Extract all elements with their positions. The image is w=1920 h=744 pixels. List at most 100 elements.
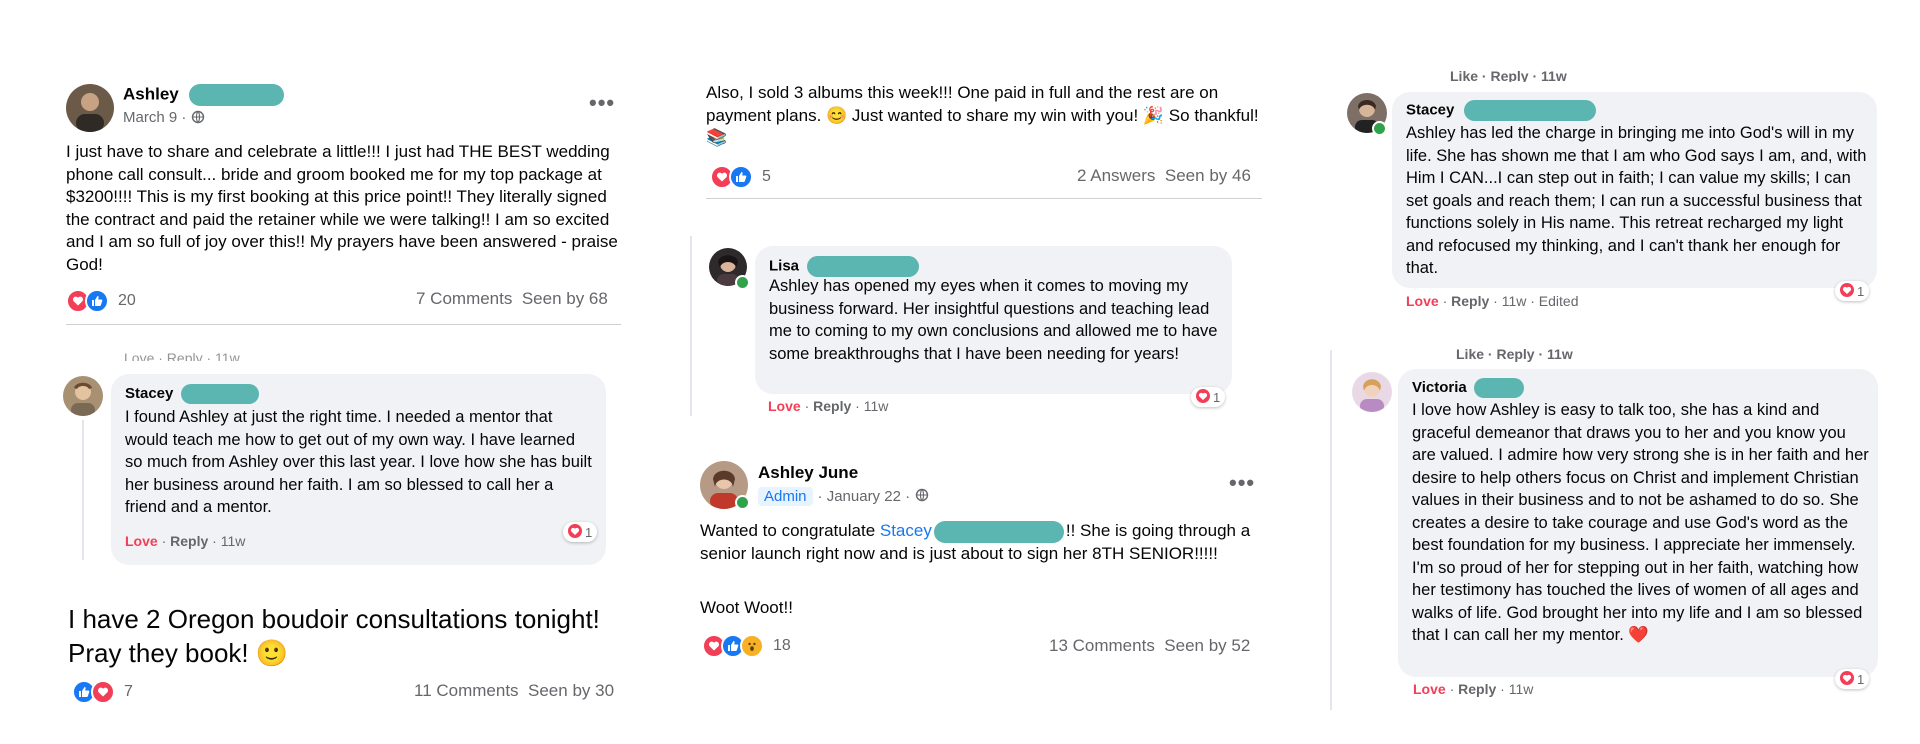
- online-status-icon: [1372, 121, 1387, 136]
- comment-reaction-pill[interactable]: 1: [1191, 387, 1226, 407]
- comment-author[interactable]: Victoria: [1412, 378, 1524, 398]
- previous-comment-actions[interactable]: Like · Reply · 11w: [1456, 346, 1573, 362]
- seen-count[interactable]: Seen by 46: [1165, 166, 1251, 185]
- redacted-name: [180, 384, 259, 404]
- post-stats: 2 Answers Seen by 46: [1077, 166, 1251, 186]
- reply-button[interactable]: Reply: [1451, 293, 1489, 309]
- cropped-comment-actions: Like · Reply · 11w: [1450, 68, 1567, 82]
- cropped-comment-actions: Love · Reply · 11w: [124, 350, 240, 361]
- love-icon: [568, 523, 582, 541]
- comments-count[interactable]: 11 Comments: [414, 681, 519, 700]
- post-author[interactable]: Ashley: [123, 84, 285, 106]
- reaction-summary[interactable]: 20: [66, 289, 136, 313]
- post-body: I just have to share and celebrate a lit…: [66, 142, 618, 274]
- online-status-icon: [735, 495, 750, 510]
- comment-text: Ashley has opened my eyes when it comes …: [769, 277, 1218, 363]
- post-stats: 7 Comments Seen by 68: [416, 289, 608, 309]
- comment-time[interactable]: · 11w: [1500, 681, 1533, 697]
- author-name[interactable]: Ashley: [123, 84, 179, 103]
- comment-time[interactable]: · 11w · Edited: [1493, 293, 1578, 309]
- globe-icon: [191, 110, 205, 128]
- post-date[interactable]: · January 22 ·: [818, 488, 911, 505]
- comment-author[interactable]: Stacey: [125, 384, 259, 404]
- love-icon: [1840, 282, 1854, 300]
- comment-time[interactable]: · 11w: [212, 533, 245, 549]
- redacted-name: [189, 84, 285, 106]
- redacted-name: [1463, 100, 1596, 121]
- answers-count[interactable]: 2 Answers: [1077, 166, 1155, 185]
- reply-button[interactable]: Reply: [1458, 681, 1496, 697]
- reply-button[interactable]: Reply: [813, 398, 851, 414]
- thread-line: [1330, 350, 1332, 710]
- more-options-icon[interactable]: •••: [1229, 470, 1255, 496]
- love-button[interactable]: Love: [125, 533, 158, 549]
- post-body: Wanted to congratulate Stacey!! She is g…: [700, 520, 1251, 563]
- avatar[interactable]: [66, 84, 114, 132]
- reaction-count: 1: [1857, 283, 1865, 299]
- online-status-icon: [735, 275, 750, 290]
- comment-author[interactable]: Stacey: [1406, 100, 1596, 121]
- post-body-line: Woot Woot!!: [700, 598, 793, 617]
- redacted-name: [933, 520, 1064, 543]
- love-button[interactable]: Love: [1406, 293, 1439, 309]
- reaction-summary[interactable]: 18: [702, 634, 791, 658]
- avatar[interactable]: [1352, 372, 1392, 412]
- redacted-name: [807, 256, 920, 277]
- post-meta: Admin · January 22 ·: [758, 487, 929, 506]
- divider: [706, 198, 1262, 199]
- post-author[interactable]: Ashley June: [758, 463, 858, 483]
- post-body: I have 2 Oregon boudoir consultations to…: [68, 604, 600, 668]
- post-date[interactable]: March 9 ·: [123, 109, 186, 126]
- post-stats: 11 Comments Seen by 30: [414, 681, 614, 701]
- comment-text: I love how Ashley is easy to talk too, s…: [1412, 401, 1869, 644]
- reaction-count: 7: [124, 683, 133, 700]
- redacted-name: [1473, 378, 1524, 398]
- avatar[interactable]: [63, 376, 103, 416]
- mention-link[interactable]: Stacey: [880, 521, 932, 540]
- comment-bubble: Victoria I love how Ashley is easy to ta…: [1398, 369, 1878, 677]
- reply-button[interactable]: Reply: [170, 533, 208, 549]
- post-stats: 13 Comments Seen by 52: [1049, 636, 1250, 656]
- love-icon: [1196, 388, 1210, 406]
- thread-line: [690, 236, 692, 416]
- like-icon: [729, 165, 753, 189]
- like-icon: [85, 289, 109, 313]
- wow-icon: [740, 634, 764, 658]
- post-meta: March 9 ·: [123, 109, 205, 128]
- comment-reaction-pill[interactable]: 1: [1835, 669, 1870, 689]
- comment-author[interactable]: Lisa: [769, 256, 920, 277]
- seen-count[interactable]: Seen by 52: [1164, 636, 1250, 655]
- previous-comment-actions[interactable]: Like · Reply · 11w: [1450, 68, 1567, 82]
- comment-actions: Like · Reply · 11w: [1456, 346, 1573, 362]
- thread-line: [82, 420, 84, 560]
- comment-actions: Love · Reply · 11w: [125, 533, 246, 549]
- more-options-icon[interactable]: •••: [589, 90, 615, 116]
- comment-actions: Love · Reply · 11w · Edited: [1406, 293, 1579, 309]
- love-button[interactable]: Love: [1413, 681, 1446, 697]
- seen-count[interactable]: Seen by 30: [528, 681, 614, 700]
- globe-icon: [915, 488, 929, 506]
- seen-count[interactable]: Seen by 68: [522, 289, 608, 308]
- reaction-summary[interactable]: 5: [710, 165, 771, 189]
- reaction-count: 1: [1213, 389, 1221, 405]
- admin-badge: Admin: [758, 487, 813, 506]
- comment-time[interactable]: · 11w: [855, 398, 888, 414]
- reaction-summary[interactable]: 7: [72, 680, 133, 704]
- comment-bubble: Lisa Ashley has opened my eyes when it c…: [755, 246, 1232, 394]
- comment-actions: Love · Reply · 11w: [1413, 681, 1534, 697]
- reaction-count: 1: [585, 524, 593, 540]
- comment-actions: Love · Reply · 11w: [768, 398, 889, 414]
- love-icon: [1840, 670, 1854, 688]
- reaction-count: 1: [1857, 671, 1865, 687]
- comments-count[interactable]: 13 Comments: [1049, 636, 1155, 655]
- reaction-count: 18: [773, 637, 791, 654]
- comment-text: Ashley has led the charge in bringing me…: [1406, 124, 1867, 277]
- reaction-count: 5: [762, 168, 771, 185]
- comment-text: I found Ashley at just the right time. I…: [125, 408, 592, 516]
- love-button[interactable]: Love: [768, 398, 801, 414]
- comment-bubble: Stacey Ashley has led the charge in brin…: [1392, 92, 1877, 288]
- comments-count[interactable]: 7 Comments: [416, 289, 512, 308]
- comment-reaction-pill[interactable]: 1: [1835, 281, 1870, 301]
- love-icon: [91, 680, 115, 704]
- comment-reaction-pill[interactable]: 1: [563, 522, 598, 542]
